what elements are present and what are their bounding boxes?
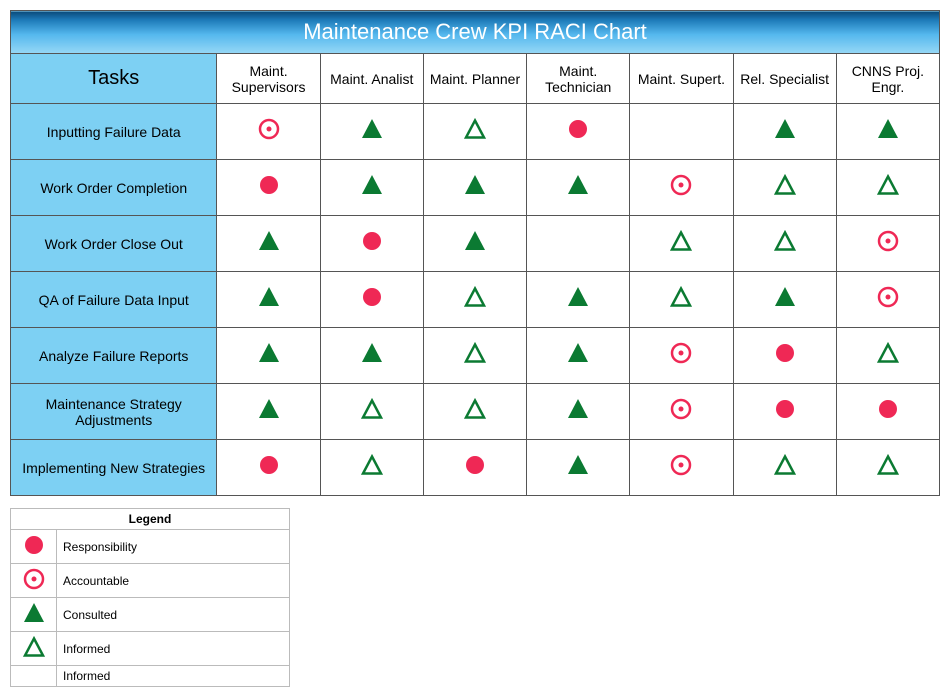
raci-r-icon — [217, 440, 320, 496]
raci-i-icon — [733, 160, 836, 216]
raci-c-icon — [217, 272, 320, 328]
role-header: CNNS Proj. Engr. — [836, 54, 939, 104]
legend-row: Consulted — [11, 598, 290, 632]
tasks-header: Tasks — [11, 54, 217, 104]
raci-empty — [527, 216, 630, 272]
legend-i-icon — [11, 632, 57, 666]
raci-i-icon — [836, 160, 939, 216]
task-name: Analyze Failure Reports — [11, 328, 217, 384]
raci-c-icon — [320, 160, 423, 216]
raci-c-icon — [733, 104, 836, 160]
legend-label: Informed — [57, 632, 290, 666]
legend-row: Informed — [11, 632, 290, 666]
task-name: Work Order Completion — [11, 160, 217, 216]
raci-i-icon — [630, 272, 733, 328]
task-name: Inputting Failure Data — [11, 104, 217, 160]
raci-r-icon — [320, 216, 423, 272]
raci-r-icon — [733, 384, 836, 440]
raci-i-icon — [423, 104, 526, 160]
legend-title: Legend — [11, 509, 290, 530]
raci-c-icon — [527, 328, 630, 384]
raci-a-icon — [630, 384, 733, 440]
legend-label: Informed — [57, 666, 290, 687]
raci-c-icon — [527, 440, 630, 496]
raci-chart-table: Maintenance Crew KPI RACI Chart Tasks Ma… — [10, 10, 940, 496]
raci-c-icon — [320, 104, 423, 160]
raci-c-icon — [527, 272, 630, 328]
role-header: Maint. Analist — [320, 54, 423, 104]
raci-c-icon — [527, 384, 630, 440]
raci-i-icon — [733, 440, 836, 496]
raci-i-icon — [733, 216, 836, 272]
raci-c-icon — [217, 384, 320, 440]
legend-r-icon — [11, 530, 57, 564]
legend-row: Responsibility — [11, 530, 290, 564]
raci-a-icon — [630, 160, 733, 216]
raci-r-icon — [217, 160, 320, 216]
raci-c-icon — [217, 328, 320, 384]
raci-i-icon — [423, 384, 526, 440]
raci-c-icon — [733, 272, 836, 328]
raci-i-icon — [423, 272, 526, 328]
raci-i-icon — [630, 216, 733, 272]
raci-i-icon — [320, 384, 423, 440]
raci-r-icon — [836, 384, 939, 440]
raci-r-icon — [320, 272, 423, 328]
legend-label: Consulted — [57, 598, 290, 632]
role-header: Maint. Planner — [423, 54, 526, 104]
task-row: Maintenance Strategy Adjustments — [11, 384, 940, 440]
task-name: QA of Failure Data Input — [11, 272, 217, 328]
chart-title: Maintenance Crew KPI RACI Chart — [11, 11, 940, 54]
raci-c-icon — [423, 160, 526, 216]
task-row: Analyze Failure Reports — [11, 328, 940, 384]
task-row: Work Order Completion — [11, 160, 940, 216]
raci-c-icon — [320, 328, 423, 384]
raci-a-icon — [630, 328, 733, 384]
task-name: Work Order Close Out — [11, 216, 217, 272]
raci-a-icon — [836, 216, 939, 272]
legend-row: Accountable — [11, 564, 290, 598]
role-header: Rel. Specialist — [733, 54, 836, 104]
legend-label: Responsibility — [57, 530, 290, 564]
task-row: Work Order Close Out — [11, 216, 940, 272]
legend-table: Legend ResponsibilityAccountableConsulte… — [10, 508, 290, 687]
raci-i-icon — [320, 440, 423, 496]
legend-a-icon — [11, 564, 57, 598]
raci-i-icon — [836, 440, 939, 496]
task-name: Implementing New Strategies — [11, 440, 217, 496]
task-row: Inputting Failure Data — [11, 104, 940, 160]
raci-empty — [630, 104, 733, 160]
raci-a-icon — [836, 272, 939, 328]
raci-a-icon — [630, 440, 733, 496]
raci-r-icon — [733, 328, 836, 384]
role-header: Maint. Supert. — [630, 54, 733, 104]
role-header: Maint. Supervisors — [217, 54, 320, 104]
raci-c-icon — [836, 104, 939, 160]
raci-r-icon — [527, 104, 630, 160]
task-name: Maintenance Strategy Adjustments — [11, 384, 217, 440]
raci-c-icon — [423, 216, 526, 272]
role-header: Maint. Technician — [527, 54, 630, 104]
raci-i-icon — [423, 328, 526, 384]
raci-c-icon — [217, 216, 320, 272]
raci-a-icon — [217, 104, 320, 160]
header-row: Tasks Maint. Supervisors Maint. Analist … — [11, 54, 940, 104]
legend-empty-icon — [11, 666, 57, 687]
raci-c-icon — [527, 160, 630, 216]
task-row: Implementing New Strategies — [11, 440, 940, 496]
raci-i-icon — [836, 328, 939, 384]
legend-row: Informed — [11, 666, 290, 687]
legend-label: Accountable — [57, 564, 290, 598]
task-row: QA of Failure Data Input — [11, 272, 940, 328]
legend-c-icon — [11, 598, 57, 632]
raci-r-icon — [423, 440, 526, 496]
